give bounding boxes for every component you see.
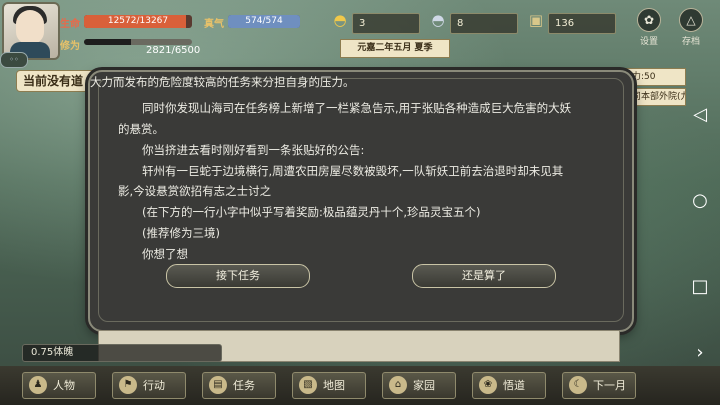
dialog-line: 你想了想: [142, 247, 188, 261]
cultivation-bar-fill: [84, 39, 131, 45]
action-icon: ⚑: [119, 376, 137, 394]
menu-home-button[interactable]: ⌂ 家园: [382, 372, 456, 399]
hp-bar: 12572/13267: [84, 15, 192, 28]
person-icon: ♟: [29, 376, 47, 394]
dialog-line: 影,今设悬赏欲招有志之士讨之: [118, 184, 272, 198]
menu-next-month-button[interactable]: ☾ 下一月: [562, 372, 636, 399]
menu-enlighten-button[interactable]: ❀ 悟道: [472, 372, 546, 399]
menu-label: 行动: [143, 379, 165, 392]
dialog-line: 轩州有一巨蛇于边境横行,周遭农田房屋尽数被毁坏,一队斩妖卫前去治退时却未见其: [142, 164, 564, 178]
main-menu: ♟ 人物 ⚑ 行动 ▤ 任务 ▧ 地图 ⌂ 家园 ❀ 悟道 ☾ 下一月: [0, 366, 720, 405]
map-icon: ▧: [299, 376, 317, 394]
settings-button[interactable]: ✿ 设置: [632, 8, 666, 47]
hp-label: 生命: [60, 19, 80, 30]
menu-label: 任务: [233, 379, 255, 392]
game-date: 元嘉二年五月 夏季: [340, 39, 450, 58]
dialog-line: 的悬赏。: [118, 122, 164, 136]
system-nav: ◁ ○ □ ›: [680, 0, 720, 405]
task-icon: ▤: [209, 376, 227, 394]
menu-label: 家园: [413, 379, 435, 392]
qi-value: 574/574: [245, 16, 283, 26]
hp-value: 12572/13267: [107, 16, 169, 26]
menu-action-button[interactable]: ⚑ 行动: [112, 372, 186, 399]
menu-label: 下一月: [593, 379, 626, 392]
dialog-line: (推荐修为三境): [142, 226, 220, 240]
home-icon: ⌂: [389, 376, 407, 394]
qi-bar: 574/574: [228, 15, 300, 28]
menu-task-button[interactable]: ▤ 任务: [202, 372, 276, 399]
menu-label: 悟道: [503, 379, 525, 392]
gold-ingot-count: 3: [352, 13, 420, 34]
menu-map-button[interactable]: ▧ 地图: [292, 372, 366, 399]
qi-label: 真气: [204, 19, 224, 30]
silver-ingot-count: 8: [450, 13, 518, 34]
dialog-line: 你当挤进去看时刚好看到一条张贴好的公告:: [142, 143, 365, 157]
decline-task-button[interactable]: 还是算了: [412, 264, 556, 288]
dialog-line: 同时你发现山海司在任务榜上新增了一栏紧急告示,用于张贴各种造成巨大危害的大妖: [142, 101, 572, 115]
quest-notice[interactable]: 当前没有道: [16, 70, 98, 92]
avatar-face: [16, 10, 44, 44]
menu-label: 地图: [323, 379, 345, 392]
moon-icon: ☾: [569, 376, 587, 394]
event-dialog: 大力而发布的危险度较高的任务来分担自身的压力。 同时你发现山海司在任务榜上新增了…: [88, 70, 634, 332]
silver-ingot-icon: ◓: [431, 11, 445, 29]
gold-ingot-icon: ◓: [333, 11, 347, 29]
recents-icon[interactable]: □: [680, 276, 720, 297]
home-circle-icon[interactable]: ○: [680, 190, 720, 211]
copper-coin-count: 136: [548, 13, 616, 34]
cultivation-value: 2821/6500: [146, 45, 201, 56]
avatar-badge: ◦◦: [0, 52, 28, 68]
accept-task-button[interactable]: 接下任务: [166, 264, 310, 288]
stamina-indicator: 0.75体魄: [22, 344, 222, 362]
back-icon[interactable]: ◁: [680, 104, 720, 125]
copper-coin-icon: ▣: [528, 11, 544, 29]
enlighten-icon: ❀: [479, 376, 497, 394]
dialog-line: 大力而发布的危险度较高的任务来分担自身的压力。: [90, 75, 355, 89]
cultivation-label: 修为: [60, 41, 80, 52]
gear-icon: ✿: [637, 8, 661, 32]
dialog-line: (在下方的一行小字中似乎写着奖励:极品蕴灵丹十个,珍品灵宝五个): [142, 205, 481, 219]
chevron-right-icon[interactable]: ›: [680, 342, 720, 363]
settings-label: 设置: [639, 37, 658, 47]
menu-character-button[interactable]: ♟ 人物: [22, 372, 96, 399]
menu-label: 人物: [53, 379, 75, 392]
